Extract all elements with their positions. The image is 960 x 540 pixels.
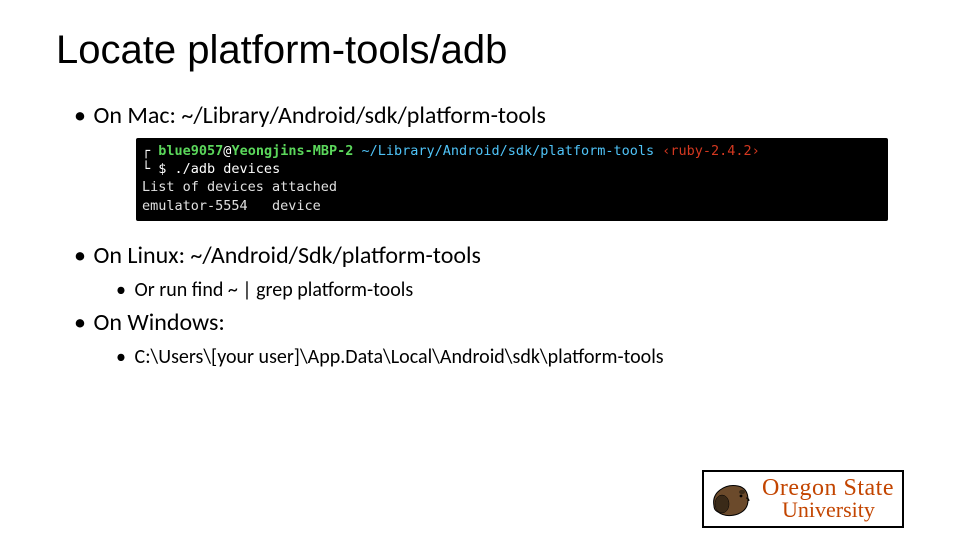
terminal-screenshot: ┌ blue9057@Yeongjins-MBP-2 ~/Library/And… [136, 138, 888, 221]
prompt-bracket-icon: ┌ [142, 143, 158, 159]
slide-title: Locate platform-tools/adb [56, 28, 904, 73]
bullet-mac-text: On Mac: ~/Library/Android/sdk/platform-t… [93, 101, 546, 130]
bullet-windows-text: On Windows: [93, 308, 224, 337]
bullet-dot-icon: • [74, 308, 88, 337]
terminal-output-2: emulator-5554 device [142, 198, 321, 214]
terminal-ruby: ruby-2.4.2 [670, 143, 751, 159]
bullet-dot-icon: • [116, 345, 130, 369]
bullet-mac: • On Mac: ~/Library/Android/sdk/platform… [74, 101, 904, 130]
bullet-linux: • On Linux: ~/Android/Sdk/platform-tools [74, 241, 904, 270]
logo-line2: University [782, 500, 894, 521]
terminal-path: ~/Library/Android/sdk/platform-tools [362, 143, 655, 159]
slide: Locate platform-tools/adb • On Mac: ~/Li… [0, 0, 960, 540]
terminal-output-1: List of devices attached [142, 179, 337, 195]
bullet-dot-icon: • [116, 278, 130, 302]
terminal-cmd: ./adb devices [175, 161, 281, 177]
bullet-dot-icon: • [74, 101, 88, 130]
prompt-corner-icon: └ [142, 161, 158, 177]
bullet-windows-sub-text: C:\Users\[your user]\App.Data\Local\Andr… [135, 345, 664, 369]
bullet-linux-sub: • Or run find ~ | grep platform-tools [116, 278, 904, 302]
university-logo: Oregon State University [702, 470, 904, 528]
terminal-prompt: $ [158, 161, 174, 177]
bullet-dot-icon: • [74, 241, 88, 270]
terminal-user: blue9057 [158, 143, 223, 159]
bullet-windows: • On Windows: [74, 308, 904, 337]
logo-text: Oregon State University [762, 477, 894, 521]
terminal-ruby-close: › [752, 143, 760, 159]
bullet-linux-text: On Linux: ~/Android/Sdk/platform-tools [93, 241, 480, 270]
bullet-linux-sub-text: Or run find ~ | grep platform-tools [135, 278, 414, 302]
terminal-host: Yeongjins-MBP-2 [231, 143, 353, 159]
bullet-windows-sub: • C:\Users\[your user]\App.Data\Local\An… [116, 345, 904, 369]
beaver-icon [708, 476, 754, 522]
